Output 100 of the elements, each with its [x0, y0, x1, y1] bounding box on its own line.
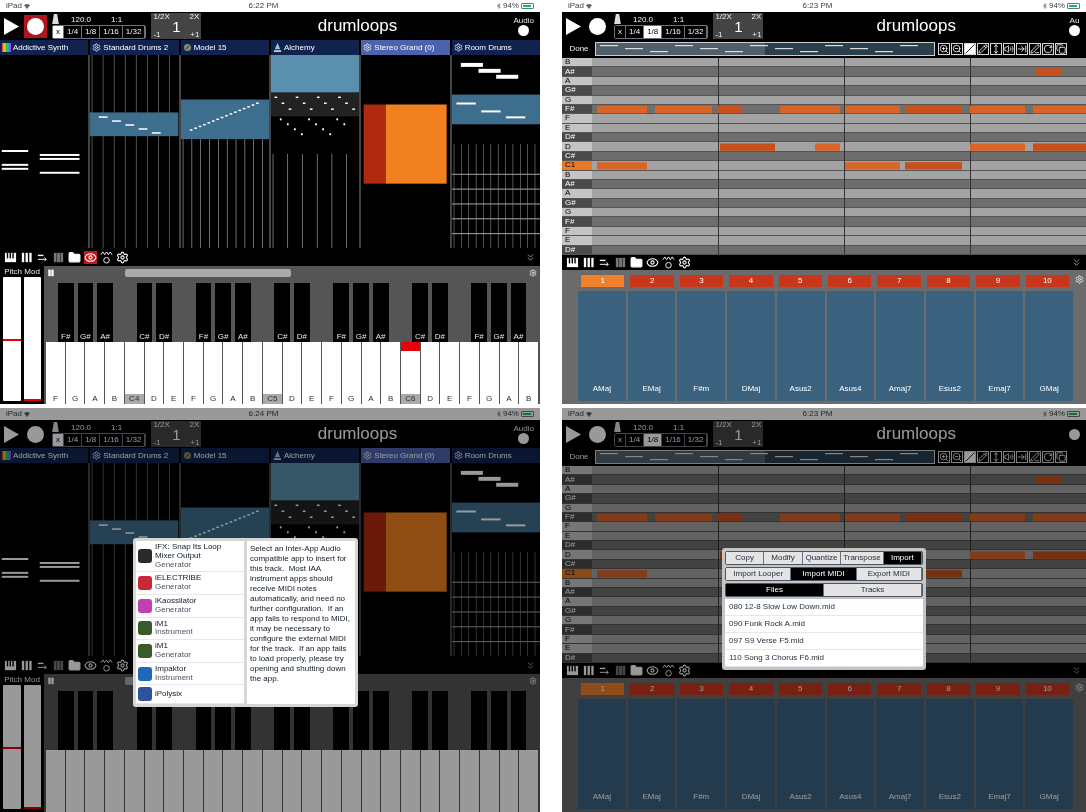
pad-number-tab[interactable]: 8: [926, 683, 971, 695]
audio-toggle[interactable]: [1069, 24, 1080, 36]
record-button[interactable]: [24, 14, 47, 38]
play-button[interactable]: [4, 17, 19, 35]
bars-icon[interactable]: [582, 256, 595, 269]
natural-key[interactable]: [499, 750, 519, 812]
chord-pad[interactable]: Emaj7: [975, 291, 1024, 401]
natural-key[interactable]: E: [440, 342, 460, 404]
track-tab[interactable]: Room Drums: [451, 448, 540, 463]
chord-pad[interactable]: F#m: [677, 699, 726, 809]
multiplier-panel[interactable]: 1/2X 2X 1 -1 +1: [151, 421, 202, 447]
chord-pad[interactable]: AMaj: [578, 699, 626, 809]
natural-key[interactable]: E: [164, 342, 184, 404]
audio-toggle[interactable]: [1069, 428, 1080, 440]
app-list-item[interactable]: iPolysix: [136, 685, 244, 705]
file-list-item[interactable]: 080 12-8 Slow Low Down.mid: [725, 599, 923, 616]
app-list-item[interactable]: iM1 Generator: [136, 640, 244, 663]
sharp-key[interactable]: D#: [431, 283, 448, 342]
pad-number-tab[interactable]: 8: [926, 275, 971, 287]
edit-tab[interactable]: Transpose: [841, 552, 884, 564]
pad-number-tab[interactable]: 6: [828, 683, 872, 695]
chord-pad[interactable]: GMaj: [1025, 699, 1074, 809]
mod-slider[interactable]: [23, 685, 41, 809]
pad-number-tab[interactable]: 7: [877, 275, 921, 287]
eye-icon[interactable]: [84, 658, 97, 672]
grid-button[interactable]: 1/16: [100, 25, 123, 38]
natural-key[interactable]: [85, 750, 105, 812]
metronome-icon[interactable]: [52, 13, 59, 24]
track-tab[interactable]: Standard Drums 2: [90, 40, 179, 55]
natural-key[interactable]: G: [65, 342, 85, 404]
grid-icon[interactable]: [52, 250, 65, 264]
piano-keys-icon[interactable]: [566, 256, 579, 269]
collapse-icon[interactable]: [1071, 257, 1082, 268]
sharp-key[interactable]: G#: [77, 283, 94, 342]
chord-pad[interactable]: Esus2: [925, 291, 974, 401]
sharp-key[interactable]: C#: [412, 283, 428, 342]
chord-pad[interactable]: Asus4: [826, 291, 875, 401]
grid-button[interactable]: 1/4: [626, 25, 645, 38]
done-button[interactable]: Done: [566, 43, 592, 55]
settings-icon[interactable]: [116, 250, 129, 264]
natural-key[interactable]: [65, 750, 85, 812]
app-list-item[interactable]: iELECTRIBE Generator: [136, 572, 244, 595]
zoom-out-icon[interactable]: [951, 43, 963, 55]
track-tab[interactable]: Addictive Synth: [0, 448, 89, 463]
eye-icon[interactable]: [84, 250, 97, 264]
file-list-item[interactable]: 110 Song 3 Chorus F6.mid: [725, 650, 923, 667]
pause-icon[interactable]: [47, 269, 55, 277]
sharp-key[interactable]: A#: [372, 283, 389, 342]
sharp-key[interactable]: [353, 691, 369, 750]
settings-icon[interactable]: [678, 256, 691, 269]
sharp-key[interactable]: G#: [490, 283, 507, 342]
grid-button[interactable]: x: [53, 25, 64, 38]
midi-tab[interactable]: Export MIDI: [856, 568, 922, 580]
multiplier-panel[interactable]: 1/2X 2X 1 -1 +1: [713, 13, 764, 39]
pad-number-tab[interactable]: 6: [828, 275, 872, 287]
sharp-key[interactable]: C#: [274, 283, 291, 342]
natural-key[interactable]: F: [46, 342, 65, 404]
track-tab[interactable]: Stereo Grand (0): [361, 40, 450, 55]
folder-icon[interactable]: [630, 256, 643, 269]
app-list-item[interactable]: iM1 Instrument: [136, 617, 244, 641]
grid-button[interactable]: 1/8: [644, 25, 663, 38]
natural-key[interactable]: A: [85, 342, 105, 404]
pad-number-tab[interactable]: 2: [630, 275, 674, 287]
midi-tab[interactable]: Import MIDI: [791, 568, 857, 580]
grid-icon[interactable]: [614, 256, 627, 269]
line-tool-icon[interactable]: [964, 43, 976, 55]
pad-number-tab[interactable]: 4: [729, 275, 773, 287]
chord-pad[interactable]: AMaj: [578, 291, 626, 401]
sharp-key[interactable]: D#: [156, 283, 172, 342]
pad-number-tab[interactable]: 4: [729, 683, 773, 695]
pitch-slider[interactable]: [3, 685, 21, 809]
edit-tab[interactable]: Quantize: [802, 552, 842, 564]
grid-button[interactable]: 1/4: [64, 25, 83, 38]
natural-key[interactable]: D: [420, 342, 440, 404]
eye-icon[interactable]: [646, 664, 659, 677]
sharp-key[interactable]: C#: [136, 283, 153, 342]
natural-key[interactable]: F: [322, 342, 341, 404]
grid-button[interactable]: x: [615, 433, 626, 446]
eye-icon[interactable]: [646, 256, 659, 269]
grid-button[interactable]: 1/4: [626, 433, 645, 446]
natural-key[interactable]: [223, 750, 243, 812]
copy-icon[interactable]: [1055, 43, 1067, 55]
natural-key[interactable]: G: [203, 342, 223, 404]
natural-key[interactable]: [262, 750, 282, 812]
folder-icon[interactable]: [630, 664, 643, 677]
natural-key[interactable]: [361, 750, 381, 812]
audio-toggle[interactable]: [518, 432, 530, 444]
bars-icon[interactable]: [20, 658, 33, 672]
settings-icon[interactable]: [678, 664, 691, 677]
folder-icon[interactable]: [68, 250, 81, 264]
track-tab[interactable]: Standard Drums 2: [90, 448, 179, 463]
bars-icon[interactable]: [582, 664, 595, 677]
track-tab[interactable]: Alchemy: [271, 448, 360, 463]
app-list-item[interactable]: iKaossilator Generator: [136, 595, 244, 618]
bars-icon[interactable]: [20, 250, 33, 264]
sharp-key[interactable]: D#: [294, 283, 310, 342]
pad-number-tab[interactable]: 3: [679, 275, 724, 287]
sharp-key[interactable]: G#: [353, 283, 369, 342]
pitch-slider[interactable]: [3, 277, 21, 401]
pad-number-tab[interactable]: 10: [1025, 683, 1070, 695]
